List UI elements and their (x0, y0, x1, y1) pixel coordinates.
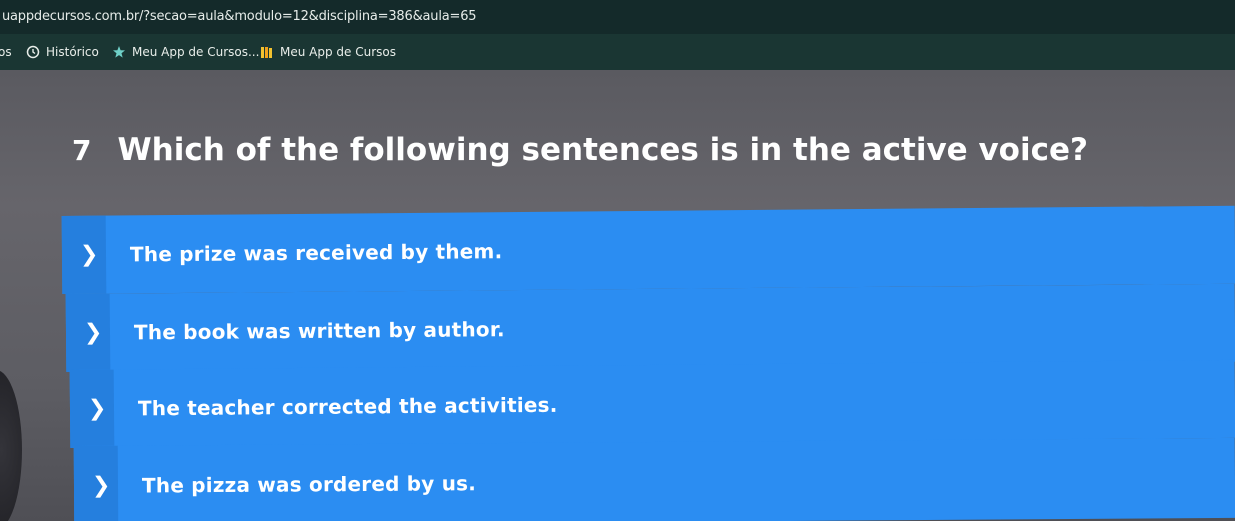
bookmarks-bar: os Histórico Meu App de Cursos... Meu Ap… (0, 34, 1235, 70)
answer-option-4[interactable]: ❯ The pizza was ordered by us. (73, 437, 1235, 521)
bookmark-item-partial[interactable]: os (0, 43, 12, 61)
option-text: The teacher corrected the activities. (137, 392, 558, 421)
quiz-area: 7 Which of the following sentences is in… (0, 70, 1235, 521)
question-text: Which of the following sentences is in t… (117, 132, 1088, 168)
option-text: The prize was received by them. (129, 239, 503, 267)
answer-option-1[interactable]: ❯ The prize was received by them. (61, 205, 1235, 294)
chevron-right-icon: ❯ (91, 473, 111, 499)
bookmark-label: Meu App de Cursos... (132, 45, 260, 59)
option-text: The book was written by author. (133, 317, 505, 345)
screen-bezel-shadow (0, 370, 22, 521)
question-heading: 7 Which of the following sentences is in… (72, 132, 1088, 168)
bookmark-label: Histórico (46, 45, 99, 59)
chevron-right-icon: ❯ (79, 242, 99, 268)
chevron-right-icon: ❯ (87, 396, 107, 422)
star-icon (112, 45, 126, 59)
chevron-right-icon: ❯ (83, 320, 103, 346)
question-number: 7 (72, 134, 92, 167)
bookmark-item-historico[interactable]: Histórico (26, 43, 99, 61)
bookmark-label: Meu App de Cursos (280, 45, 396, 59)
history-icon (26, 45, 40, 59)
answer-option-3[interactable]: ❯ The teacher corrected the activities. (69, 359, 1235, 448)
bookmark-item-app-cursos-2[interactable]: Meu App de Cursos (260, 43, 396, 61)
option-text: The pizza was ordered by us. (141, 471, 477, 498)
answer-option-2[interactable]: ❯ The book was written by author. (65, 283, 1235, 372)
book-icon (260, 45, 274, 59)
bookmark-item-app-cursos-1[interactable]: Meu App de Cursos... (112, 43, 259, 61)
bookmark-label: os (0, 45, 12, 59)
address-bar[interactable]: uappdecursos.com.br/?secao=aula&modulo=1… (0, 0, 1235, 34)
url-text: uappdecursos.com.br/?secao=aula&modulo=1… (2, 9, 477, 24)
